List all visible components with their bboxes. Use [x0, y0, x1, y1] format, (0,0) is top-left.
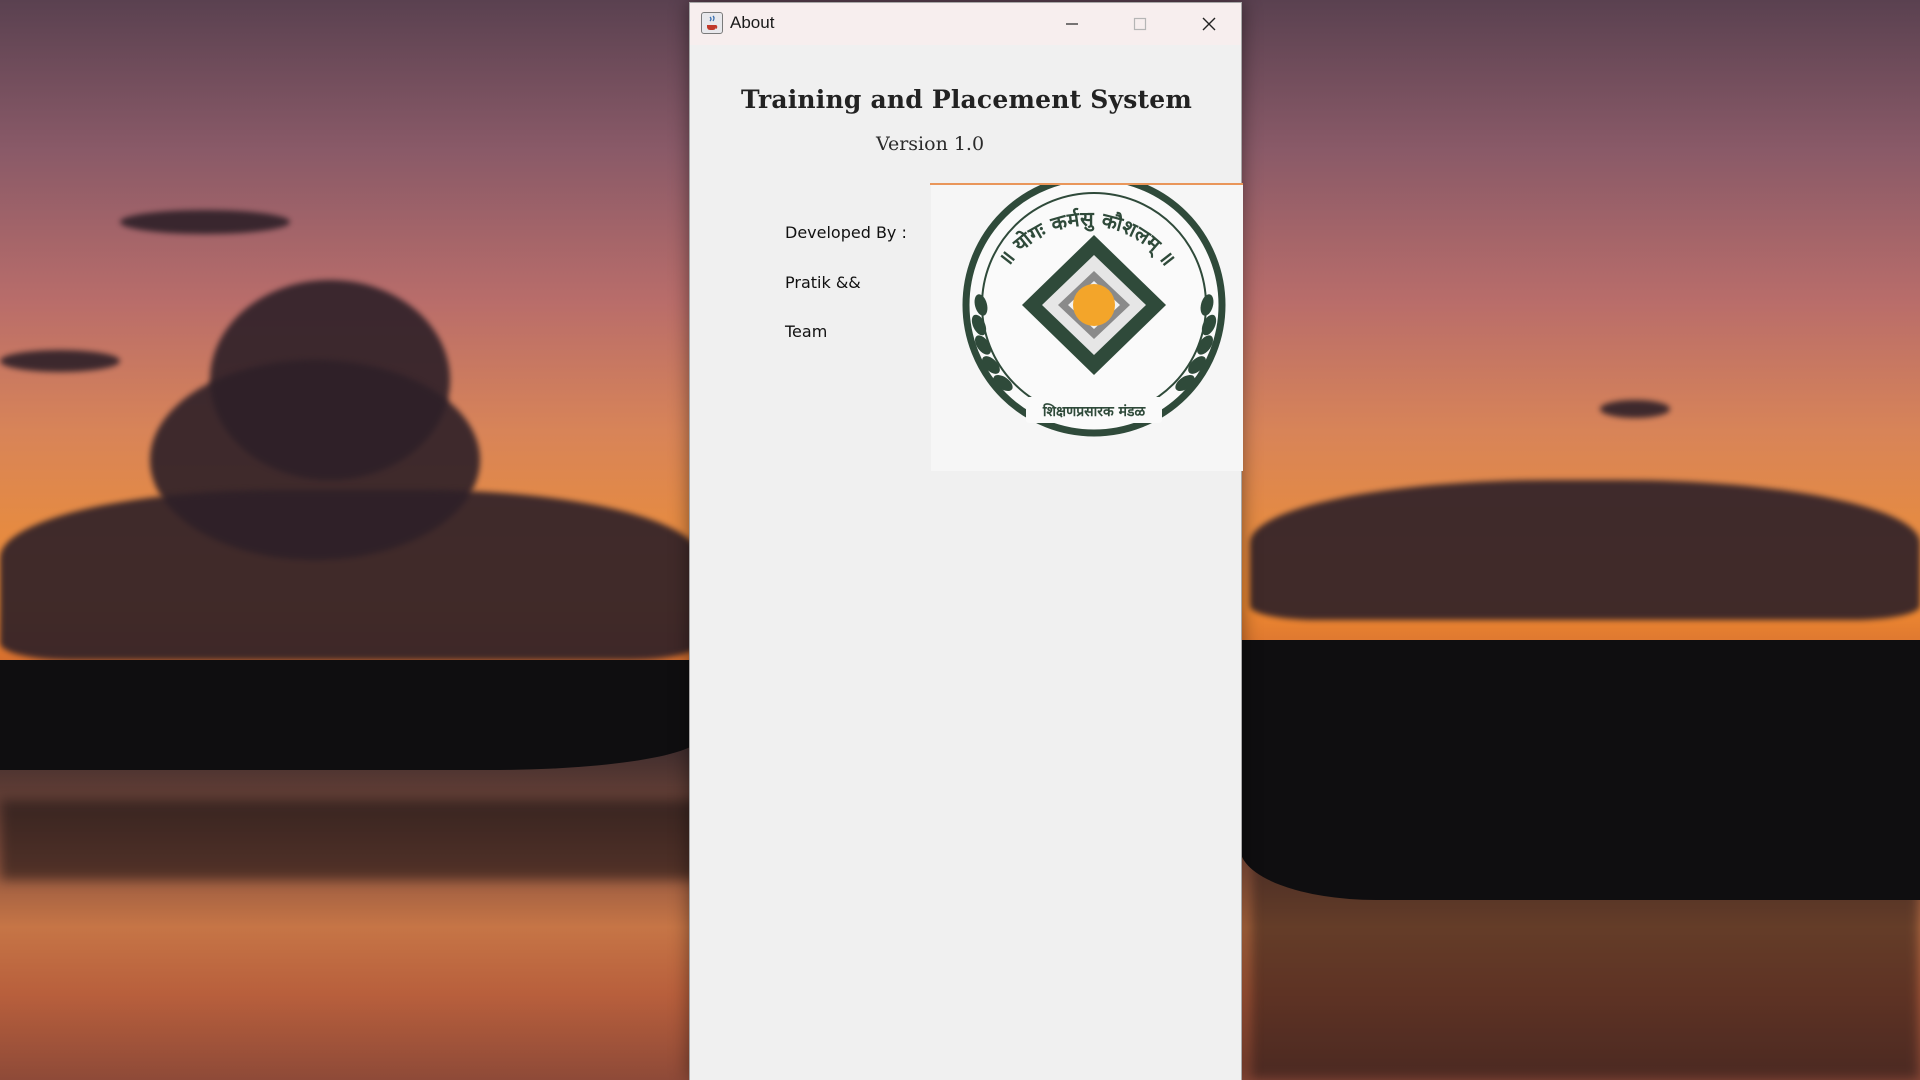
java-cup-icon	[701, 12, 723, 34]
cloud-bank	[1250, 480, 1920, 620]
maximize-button[interactable]	[1106, 3, 1174, 45]
cloud	[120, 210, 290, 234]
cloud	[0, 350, 120, 372]
logo-bottom-text: शिक्षणप्रसारक मंडळ	[1042, 403, 1147, 420]
shoreline	[1240, 640, 1920, 900]
version-label: Version 1.0	[876, 133, 985, 155]
dialog-content: Training and Placement System Version 1.…	[690, 45, 1243, 1080]
developer-team: Team	[785, 322, 828, 341]
reflection	[0, 800, 700, 880]
app-title: Training and Placement System	[740, 85, 1192, 114]
close-icon	[1202, 17, 1216, 31]
close-button[interactable]	[1175, 3, 1243, 45]
emblem-image: ॥ योगः कर्मसु कौशलम् ॥ शिक्षणप्रसारक मंड…	[962, 173, 1226, 437]
developer-name: Pratik &&	[785, 273, 861, 292]
window-title: About	[730, 13, 775, 32]
institution-logo: ॥ योगः कर्मसु कौशलम् ॥ शिक्षणप्रसारक मंड…	[931, 173, 1243, 471]
title-bar[interactable]: About	[690, 3, 1241, 45]
minimize-icon	[1066, 23, 1078, 25]
developed-by-label: Developed By :	[785, 223, 907, 242]
about-dialog: About Training and Placement System Vers…	[689, 2, 1243, 1080]
minimize-button[interactable]	[1038, 3, 1106, 45]
shoreline	[0, 660, 700, 770]
maximize-icon	[1133, 17, 1147, 31]
cloud	[1600, 400, 1670, 418]
cloud-bank	[0, 490, 700, 660]
